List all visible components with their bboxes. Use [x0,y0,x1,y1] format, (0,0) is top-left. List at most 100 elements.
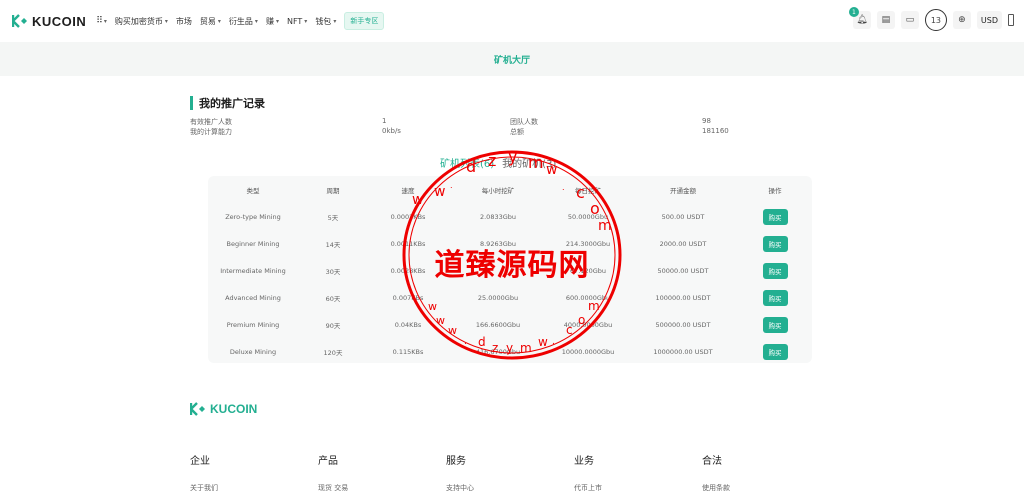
language-button[interactable]: ⊕ [952,11,971,29]
footer-link[interactable]: 关于我们 [190,483,218,493]
col-header: 每日挖矿 [575,186,601,195]
table-cell: 416.6700Gbu [475,347,521,356]
apps-menu-button[interactable]: ⠿ ▾ [96,16,107,26]
folder-icon: ▭ [905,15,915,25]
table-cell: 67.120Gbu [569,266,607,275]
stat-row: 我的计算能力 0kb/s 总额 181160 [190,127,830,137]
footer-col-services: 服务 支持中心 [446,452,474,493]
miner-tabs: 矿机列表(6) 我的矿机(3) [440,155,556,170]
stat-label: 有效推广人数 [190,118,232,126]
heading-accent-bar [190,96,193,110]
top-navbar: KUCOIN ⠿ ▾ 购买加密货币 ▾ 市场 贸易 ▾ 衍生品 ▾ 赚 ▾ NFT ▾ 钱包… [0,0,1024,42]
nav-wallet[interactable]: 钱包 ▾ [315,16,336,27]
table-cell: Advanced Mining [225,293,281,302]
tab-miner-list[interactable]: 矿机列表(6) [440,155,494,170]
footer-link[interactable]: 支持中心 [446,483,474,493]
action-cell: 购买 [738,289,812,306]
footer-logo[interactable]: KUCOIN [190,402,257,416]
stat-value: 98 [702,117,711,125]
buy-button[interactable]: 购买 [762,208,788,225]
buy-button[interactable]: 购买 [762,343,788,360]
buy-button[interactable]: 购买 [762,235,788,252]
globe-icon: ⊕ [958,15,966,25]
table-cell: 500000.00 USDT [655,320,711,329]
footer-link[interactable]: 现货 交易 [318,483,348,493]
chevron-down-icon: ▾ [164,17,168,25]
table-cell: 1000000.00 USDT [653,347,713,356]
table-cell: 4000.0000Gbu [563,320,613,329]
table-row: Intermediate Mining 30天 0.0028KBs 67.120Gbu… [208,257,812,284]
assets-button[interactable]: ▭ [900,11,919,29]
bell-icon: 🔔︎ [856,15,868,25]
table-cell: 0.0002KBs [390,212,426,221]
table-cell: 25.0000Gbu [477,293,519,302]
records-heading: 我的推广记录 [190,95,830,111]
footer-col-title: 服务 [446,456,466,467]
table-row: Advanced Mining 60天 0.007KBs 25.0000Gbu 600.… [208,284,812,311]
table-cell: 600.0000Gbu [565,293,611,302]
profile-avatar[interactable]: 13 [924,9,947,31]
footer-link[interactable]: 代币上市 [574,483,602,493]
orders-button[interactable]: ▤ [876,11,895,29]
action-cell: 购买 [738,316,812,333]
kucoin-logo[interactable]: KUCOIN [12,14,86,29]
table-cell: 500.00 USDT [661,212,705,221]
table-cell: 0.0028KBs [390,266,426,275]
kucoin-logo-icon [190,402,206,416]
col-header: 速度 [401,186,415,195]
stat-label: 团队人数 [510,118,538,126]
nav-earn[interactable]: 赚 ▾ [266,16,279,27]
table-cell: Zero-type Mining [225,212,281,221]
table-cell: Deluxe Mining [229,347,277,356]
table-cell: 5天 [327,213,339,222]
currency-selector[interactable]: USD [976,11,1002,29]
table-cell: Beginner Mining [226,239,280,248]
table-row: Beginner Mining 14天 0.0011KBs 8.9263Gbu 214.… [208,230,812,257]
col-header: 操作 [768,186,782,195]
chevron-down-icon: ▾ [275,17,279,25]
stat-row: 有效推广人数 1 团队人数 98 [190,117,830,127]
mobile-app-icon[interactable] [1008,14,1014,26]
nav-markets[interactable]: 市场 [176,16,192,27]
promotion-records: 我的推广记录 有效推广人数 1 团队人数 98 我的计算能力 0kb/s 总额 … [190,95,830,136]
chevron-down-icon: ▾ [333,17,337,25]
main-nav: ⠿ ▾ 购买加密货币 ▾ 市场 贸易 ▾ 衍生品 ▾ 赚 ▾ NFT ▾ 钱包 ▾ 新手专区 [96,12,385,30]
footer-logo-text: KUCOIN [210,402,258,416]
footer-col-legal: 合法 使用条款 [702,452,730,493]
logo-text: KUCOIN [32,13,87,29]
footer-col-title: 企业 [190,456,210,467]
table-row: Zero-type Mining 5天 0.0002KBs 2.0833Gbu 50.0… [208,203,812,230]
table-cell: 0.115KBs [392,347,424,356]
nav-derivatives[interactable]: 衍生品 ▾ [229,16,258,27]
footer-col-company: 企业 关于我们 [190,452,218,493]
table-cell: 0.04KBs [394,320,422,329]
table-cell: 30天 [325,267,341,276]
notification-button[interactable]: 1 🔔︎ [848,7,871,29]
stat-label: 总额 [510,128,524,136]
table-cell: 0.0011KBs [390,239,426,248]
col-header: 每小时挖矿 [481,186,515,195]
nav-trade[interactable]: 贸易 ▾ [200,16,221,27]
table-cell: 10000.0000Gbu [561,347,615,356]
chevron-down-icon: ▾ [217,17,221,25]
new-user-zone-badge[interactable]: 新手专区 [344,12,385,30]
table-header: 类型 周期 速度 每小时挖矿 每日挖矿 开通金额 操作 [208,176,812,203]
nav-buy-crypto[interactable]: 购买加密货币 ▾ [115,16,168,27]
kucoin-logo-icon [12,14,28,28]
buy-button[interactable]: 购买 [762,262,788,279]
action-cell: 购买 [738,208,812,225]
col-header: 开通金额 [670,186,696,195]
records-stats: 有效推广人数 1 团队人数 98 我的计算能力 0kb/s 总额 181160 [190,117,830,137]
table-row: Premium Mining 90天 0.04KBs 166.6600Gbu 4000.… [208,311,812,338]
table-cell: 2.0833Gbu [479,212,517,221]
buy-button[interactable]: 购买 [762,289,788,306]
notification-count-badge: 1 [848,7,859,17]
buy-button[interactable]: 购买 [762,316,788,333]
miner-table: 类型 周期 速度 每小时挖矿 每日挖矿 开通金额 操作 Zero-type Mi… [208,176,812,363]
footer-col-title: 业务 [574,456,594,467]
nav-nft[interactable]: NFT ▾ [287,17,307,26]
footer-link[interactable]: 使用条款 [702,483,730,493]
table-cell: 60天 [325,294,341,303]
tab-my-miners[interactable]: 我的矿机(3) [502,155,556,170]
stat-value: 0kb/s [382,127,401,135]
